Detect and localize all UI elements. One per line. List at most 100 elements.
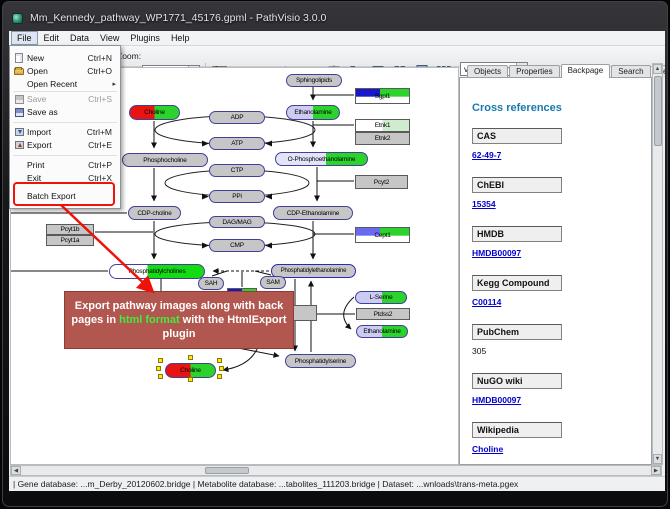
menu-item-open[interactable]: Open Ctrl+O <box>11 65 119 77</box>
menu-item-import[interactable]: Import Ctrl+M <box>11 126 119 138</box>
crossref-link[interactable]: HMDB00097 <box>472 395 521 405</box>
node-phosphatidylserine[interactable]: Phosphatidylserine <box>285 354 356 368</box>
node-cept1[interactable]: Cept1 <box>355 227 410 243</box>
node-adp[interactable]: ADP <box>209 111 265 124</box>
crossref-entry-cas: CAS 62-49-7 <box>472 128 651 163</box>
node-ppi[interactable]: PPi <box>209 190 265 203</box>
window-title: Mm_Kennedy_pathway_WP1771_45176.gpml - P… <box>30 12 326 24</box>
node-cdp-choline[interactable]: CDP-choline <box>128 206 181 220</box>
menu-item-shortcut: Ctrl+N <box>88 53 119 63</box>
export-icon <box>11 141 27 149</box>
node-l-serine[interactable]: L-Serine <box>355 291 407 304</box>
horizontal-scrollbar[interactable]: ◀ ▶ <box>10 465 662 476</box>
node-sam[interactable]: SAM <box>260 276 286 289</box>
node-sgpl1[interactable]: Sgpl1 <box>355 88 410 104</box>
crossref-link[interactable]: 15354 <box>472 199 496 209</box>
crossref-db-box: PubChem <box>472 324 562 340</box>
selection-handle[interactable] <box>217 374 222 379</box>
menu-item-exit[interactable]: Exit Ctrl+X <box>11 172 119 184</box>
backpage-panel: Cross references CAS 62-49-7 ChEBI 15354… <box>459 77 652 465</box>
scroll-up-icon[interactable]: ▲ <box>653 64 662 74</box>
menu-file[interactable]: File <box>11 31 38 45</box>
menu-separator <box>13 155 117 156</box>
node-ethanolamine-bottom[interactable]: Ethanolamine <box>356 325 408 338</box>
tab-backpage[interactable]: Backpage <box>561 64 611 78</box>
node-pcyt1b[interactable]: Pcyt1b <box>46 224 94 235</box>
horizontal-scrollbar-thumb[interactable] <box>205 467 249 474</box>
node-cdp-ethanolamine[interactable]: CDP-Ethanolamine <box>273 206 353 220</box>
node-phosphatidylcholines[interactable]: Phosphatidylcholines <box>109 264 205 279</box>
menu-item-shortcut: Ctrl+O <box>87 66 119 76</box>
callout-text: Export pathway images along with back pa… <box>70 299 288 341</box>
crossref-link[interactable]: C00114 <box>472 297 501 307</box>
node-etnk1[interactable]: Etnk1 <box>355 119 410 132</box>
menu-edit[interactable]: Edit <box>39 32 65 44</box>
node-pcyt2[interactable]: Pcyt2 <box>355 175 408 189</box>
menu-plugins[interactable]: Plugins <box>125 32 165 44</box>
menu-item-print[interactable]: Print Ctrl+P <box>11 159 119 171</box>
crossref-link[interactable]: HMDB00097 <box>472 248 521 258</box>
selection-handle[interactable] <box>217 358 222 363</box>
selection-handle[interactable] <box>219 366 224 371</box>
crossref-entry-chebi: ChEBI 15354 <box>472 177 651 212</box>
application-window: Mm_Kennedy_pathway_WP1771_45176.gpml - P… <box>2 1 668 507</box>
crossref-link[interactable]: 62-49-7 <box>472 150 501 160</box>
menu-item-open-recent[interactable]: Open Recent ▸ <box>11 78 119 90</box>
selection-handle[interactable] <box>156 366 161 371</box>
crossref-entry-hmdb: HMDB HMDB00097 <box>472 226 651 261</box>
selection-handle[interactable] <box>188 355 193 360</box>
menu-item-label: Save as <box>27 107 112 117</box>
menu-item-save[interactable]: Save Ctrl+S <box>11 93 119 105</box>
menu-item-save-as[interactable]: Save as <box>11 106 119 118</box>
menu-item-new[interactable]: New Ctrl+N <box>11 52 119 64</box>
menu-separator <box>13 91 117 92</box>
crossref-db-box: Kegg Compound <box>472 275 562 291</box>
menu-data[interactable]: Data <box>65 32 94 44</box>
menu-help[interactable]: Help <box>166 32 195 44</box>
scroll-right-icon[interactable]: ▶ <box>651 466 661 475</box>
node-choline-top[interactable]: Choline <box>129 105 180 120</box>
menu-item-export[interactable]: Export Ctrl+E <box>11 139 119 151</box>
node-phosphocholine[interactable]: Phosphocholine <box>122 153 208 167</box>
node-phosphatidylethanolamine[interactable]: Phosphatidylethanolamine <box>271 264 356 278</box>
file-menu-popup: New Ctrl+N Open Ctrl+O Open Recent ▸ Sav… <box>9 45 121 209</box>
save-as-icon <box>11 108 27 117</box>
node-sphingolipids[interactable]: Sphingolipids <box>286 74 342 87</box>
scroll-down-icon[interactable]: ▼ <box>653 454 662 464</box>
crossref-entry-pubchem: PubChem 305 <box>472 324 651 359</box>
menu-item-label: Print <box>27 160 88 170</box>
node-ptdss2[interactable]: Ptdss2 <box>356 308 410 320</box>
scroll-left-icon[interactable]: ◀ <box>11 466 21 475</box>
node-pcyt1a[interactable]: Pcyt1a <box>46 235 94 246</box>
selection-handle[interactable] <box>158 358 163 363</box>
vertical-scrollbar[interactable]: ▲ ▼ <box>652 63 663 465</box>
node-ethanolamine-top[interactable]: Ethanolamine <box>286 105 340 120</box>
menu-item-shortcut: Ctrl+P <box>88 160 119 170</box>
node-choline-selected[interactable]: Choline <box>165 363 216 378</box>
node-etnk2[interactable]: Etnk2 <box>355 132 410 145</box>
selection-handle[interactable] <box>158 374 163 379</box>
callout-text-after: with the HtmlExport plugin <box>163 314 287 340</box>
crossref-link[interactable]: Choline <box>472 444 503 454</box>
node-gene-partial[interactable] <box>291 305 317 321</box>
selection-handle[interactable] <box>188 377 193 382</box>
menu-item-shortcut: Ctrl+X <box>88 173 119 183</box>
node-atp[interactable]: ATP <box>209 137 265 150</box>
menu-item-shortcut: Ctrl+E <box>88 140 119 150</box>
node-dag-mag[interactable]: DAG/MAG <box>209 216 265 228</box>
crossref-entry-kegg: Kegg Compound C00114 <box>472 275 651 310</box>
title-bar[interactable]: Mm_Kennedy_pathway_WP1771_45176.gpml - P… <box>12 8 658 28</box>
node-cmp[interactable]: CMP <box>209 239 265 252</box>
screenshot-root: Mm_Kennedy_pathway_WP1771_45176.gpml - P… <box>0 0 670 509</box>
node-ctp[interactable]: CTP <box>209 164 265 177</box>
annotation-callout: Export pathway images along with back pa… <box>64 291 294 349</box>
node-sah[interactable]: SAH <box>198 277 224 290</box>
menu-item-batch-export[interactable]: Batch Export <box>11 190 119 202</box>
import-icon <box>11 128 27 136</box>
vertical-scrollbar-thumb[interactable] <box>654 76 662 146</box>
menu-item-shortcut: Ctrl+M <box>87 127 119 137</box>
node-o-phosphoethanolamine[interactable]: O-Phosphoethanolamine <box>275 152 368 166</box>
save-icon <box>11 95 27 104</box>
menu-separator <box>13 122 117 123</box>
menu-view[interactable]: View <box>95 32 124 44</box>
